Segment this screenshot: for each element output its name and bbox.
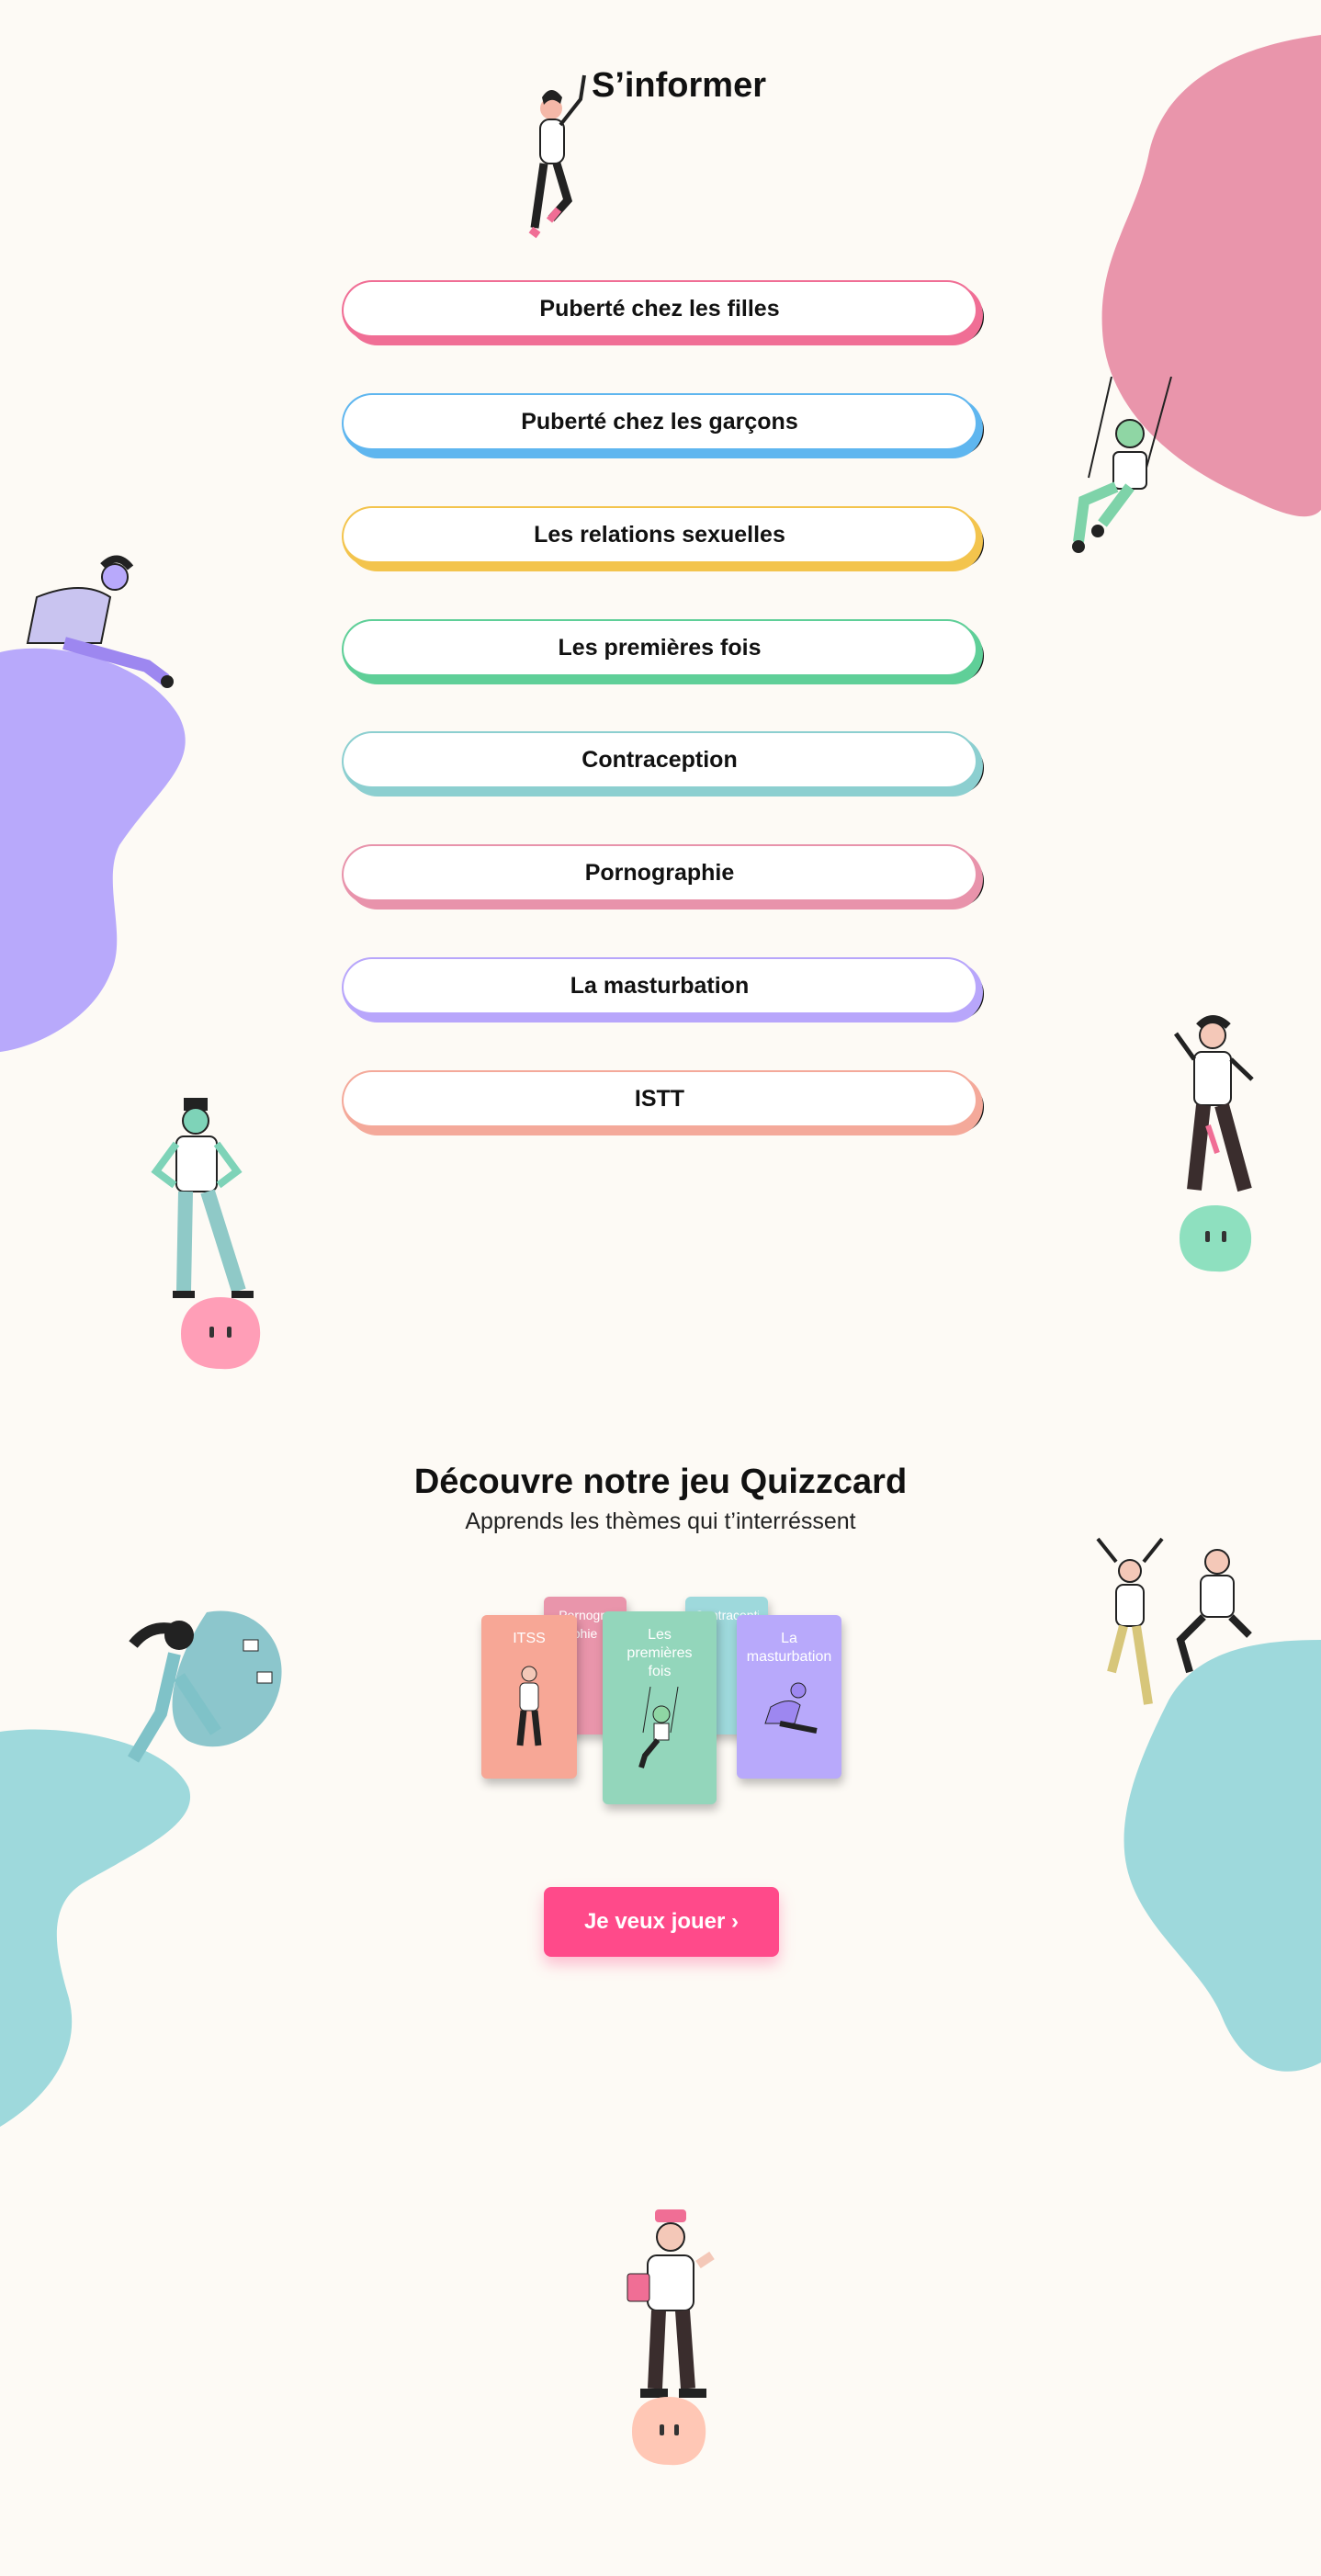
topic-button-5[interactable]: Contraception [342,731,984,794]
topic-button-1[interactable]: Puberté chez les filles [342,280,984,343]
pointing-person-illustration [1173,1015,1254,1192]
sitting-person-illustration [26,555,174,688]
topic-button-label: Puberté chez les garçons [521,408,798,435]
topic-button-6[interactable]: Pornographie [342,844,984,907]
pink-blob-creature [181,1297,261,1370]
card-figure-icon [516,1666,542,1746]
kid-on-swing-illustration [1072,377,1172,553]
topic-button-label: La masturbation [570,972,750,999]
topic-button-2[interactable]: Puberté chez les garçons [342,393,984,456]
play-quiz-button[interactable]: Je veux jouer › [544,1887,779,1957]
topic-button-7[interactable]: La masturbation [342,957,984,1020]
topic-button-label: Puberté chez les filles [539,295,780,322]
section-title-quizzcard: Découvre notre jeu Quizzcard [413,1463,908,1501]
topic-button-label: Les premières fois [558,634,762,661]
topic-button-label: Pornographie [584,859,735,886]
quiz-card-masturbation: La masturbation [737,1615,841,1779]
topic-button-4[interactable]: Les premières fois [342,619,984,682]
doctor-illustration [627,2209,715,2398]
section-subtitle-quizzcard: Apprends les thèmes qui t’interréssent [465,1508,856,1534]
quiz-card-premieres-fois: Les premières fois [603,1611,717,1804]
topic-button-8[interactable]: ISTT [342,1070,984,1133]
purple-blob [0,648,186,1052]
card-sitting-icon [764,1682,818,1734]
topic-button-3[interactable]: Les relations sexuelles [342,506,984,569]
teal-blob-left [0,1729,191,2127]
running-girl-illustration [127,1610,282,1763]
two-friends-illustration [1096,1537,1252,1705]
standing-boy-illustration [151,1098,254,1298]
topic-button-label: Les relations sexuelles [534,521,785,548]
card-swing-icon [638,1687,679,1768]
peach-blob-creature [632,2397,706,2466]
topic-button-label: Contraception [581,746,738,773]
mint-blob-creature [1180,1205,1252,1272]
topic-button-label: ISTT [634,1085,685,1112]
quiz-card-itss: ITSS [481,1615,577,1779]
section-title-sinformer: S’informer [591,66,767,105]
